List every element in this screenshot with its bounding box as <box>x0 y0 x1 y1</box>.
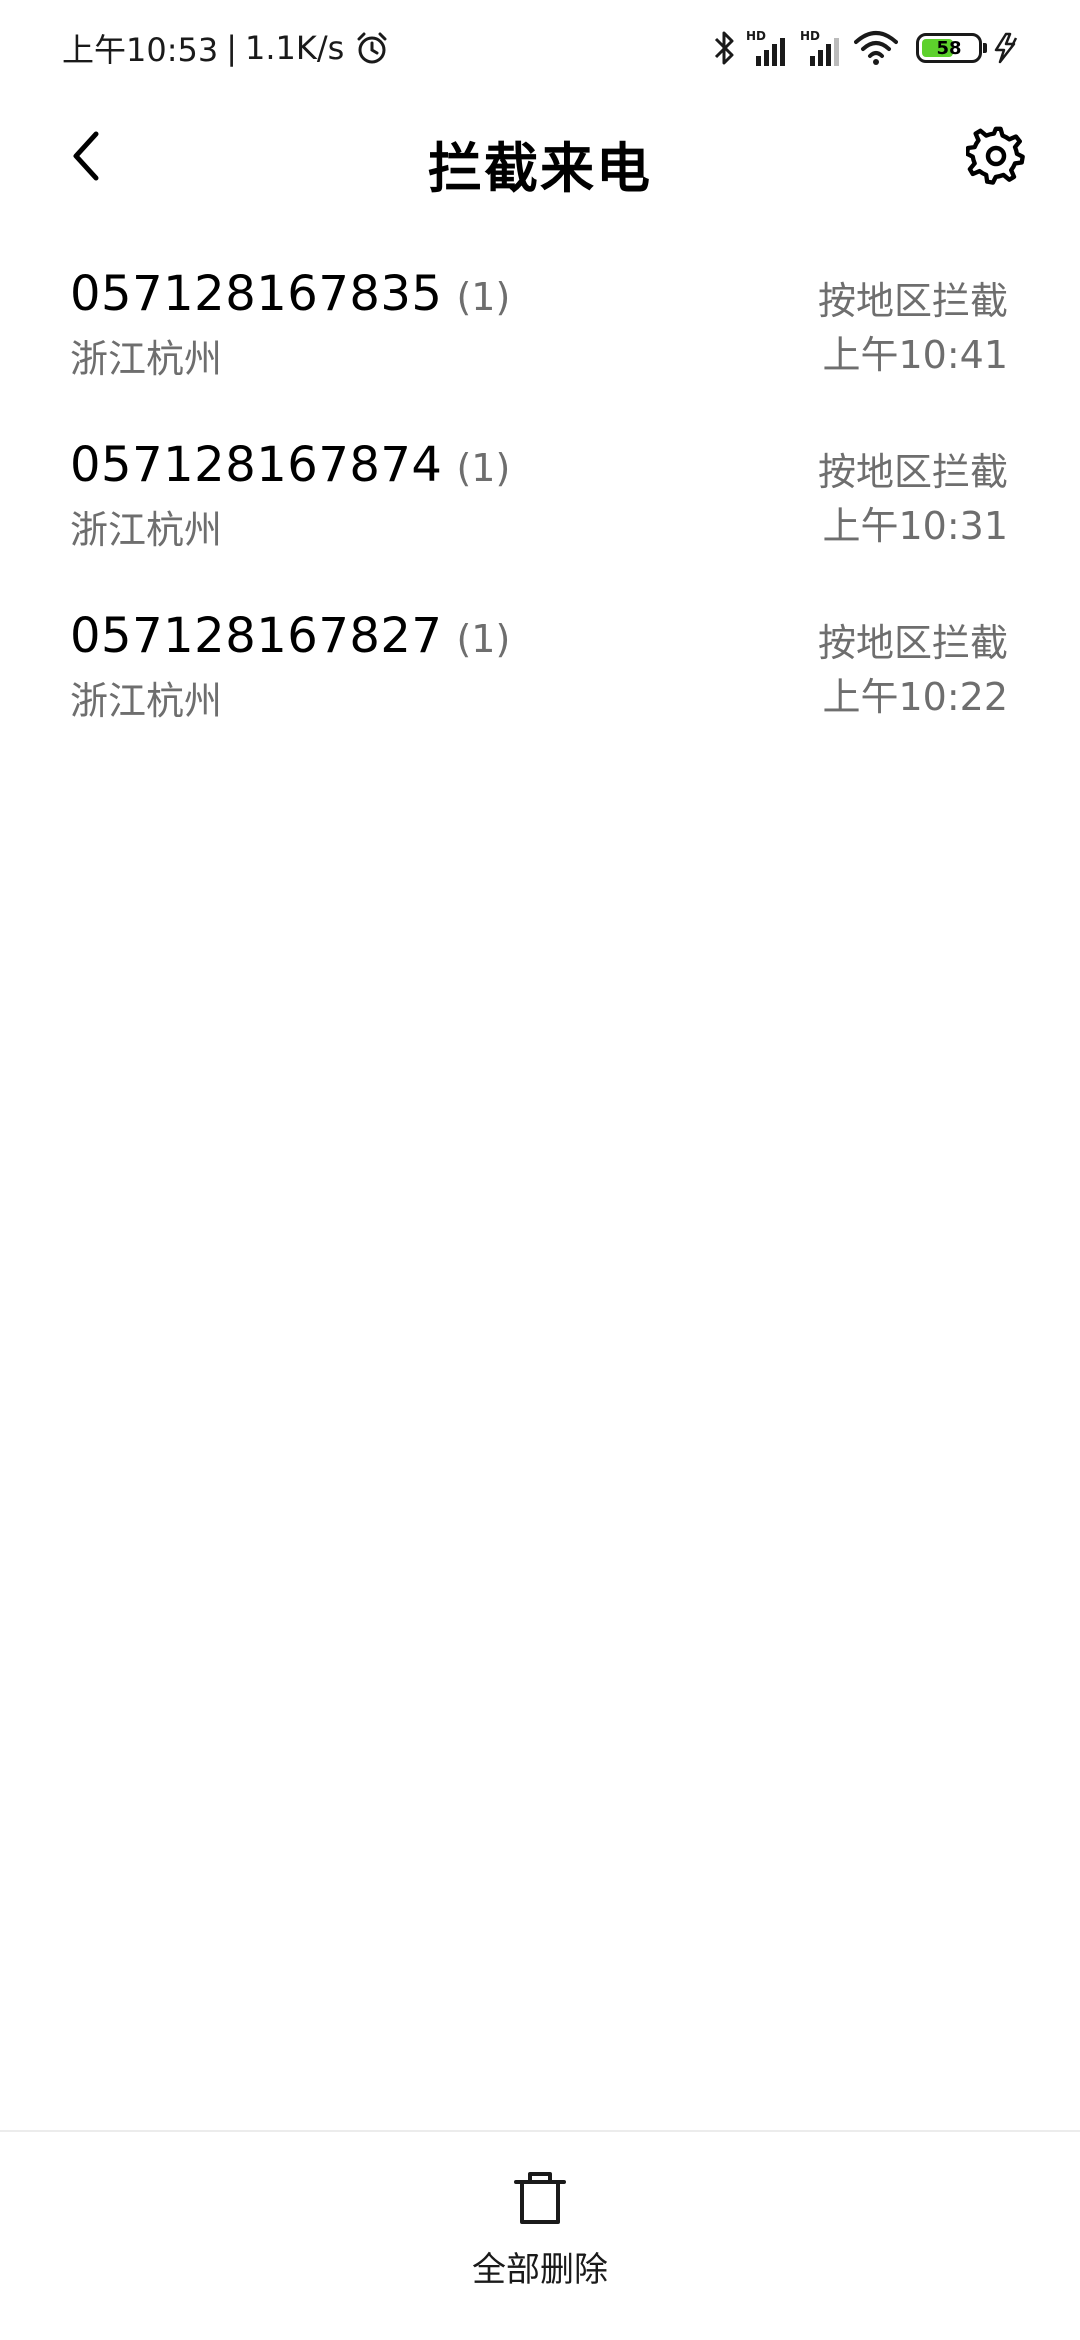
settings-button[interactable] <box>964 124 1028 188</box>
page-title: 拦截来电 <box>428 137 652 200</box>
charging-icon <box>992 28 1022 68</box>
delete-all-label: 全部删除 <box>472 2250 608 2290</box>
hd-label-1: HD <box>746 29 766 43</box>
call-number: 057128167827 <box>70 608 443 664</box>
trash-icon <box>514 2172 566 2224</box>
signal-hd-icon-2: HD <box>800 28 844 68</box>
battery-icon: 58 <box>916 33 987 63</box>
status-right: HD HD 58 <box>712 24 1022 72</box>
bluetooth-icon <box>712 28 736 68</box>
status-separator: | <box>226 29 238 67</box>
call-location: 浙江杭州 <box>70 508 223 552</box>
list-item[interactable]: 057128167827 (1) 浙江杭州 按地区拦截 上午10:22 <box>0 592 1080 763</box>
call-location: 浙江杭州 <box>70 679 223 723</box>
network-speed: 1.1K/s <box>245 29 345 67</box>
hd-label-2: HD <box>800 29 820 43</box>
status-time: 上午10:53 <box>62 31 219 69</box>
signal-hd-icon: HD <box>746 28 790 68</box>
list-item[interactable]: 057128167835 (1) 浙江杭州 按地区拦截 上午10:41 <box>0 250 1080 421</box>
block-reason: 按地区拦截 <box>817 279 1008 323</box>
call-time: 上午10:41 <box>822 333 1008 377</box>
status-bar: 上午10:53 | 1.1K/s HD HD 58 <box>0 0 1080 96</box>
blocked-call-list: 057128167835 (1) 浙江杭州 按地区拦截 上午10:41 0571… <box>0 250 1080 763</box>
call-number-line: 057128167827 (1) <box>70 608 510 664</box>
alarm-icon <box>354 30 390 66</box>
gear-icon <box>966 126 1025 185</box>
delete-all-button[interactable]: 全部删除 <box>420 2168 660 2308</box>
bottom-divider <box>0 2130 1080 2132</box>
call-time: 上午10:31 <box>822 504 1008 548</box>
call-count: (1) <box>456 275 511 319</box>
call-time: 上午10:22 <box>822 675 1008 719</box>
block-reason: 按地区拦截 <box>817 450 1008 494</box>
battery-text: 58 <box>936 37 962 59</box>
wifi-icon <box>854 28 898 68</box>
list-item[interactable]: 057128167874 (1) 浙江杭州 按地区拦截 上午10:31 <box>0 421 1080 592</box>
battery-tip <box>983 43 987 53</box>
call-count: (1) <box>456 446 511 490</box>
call-number: 057128167835 <box>70 266 443 322</box>
call-count: (1) <box>456 617 511 661</box>
call-location: 浙江杭州 <box>70 337 223 381</box>
call-number-line: 057128167835 (1) <box>70 266 510 322</box>
call-number: 057128167874 <box>70 437 443 493</box>
block-reason: 按地区拦截 <box>817 621 1008 665</box>
status-left: 上午10:53 | 1.1K/s <box>62 26 390 70</box>
header: 拦截来电 <box>0 96 1080 216</box>
call-number-line: 057128167874 (1) <box>70 437 510 493</box>
